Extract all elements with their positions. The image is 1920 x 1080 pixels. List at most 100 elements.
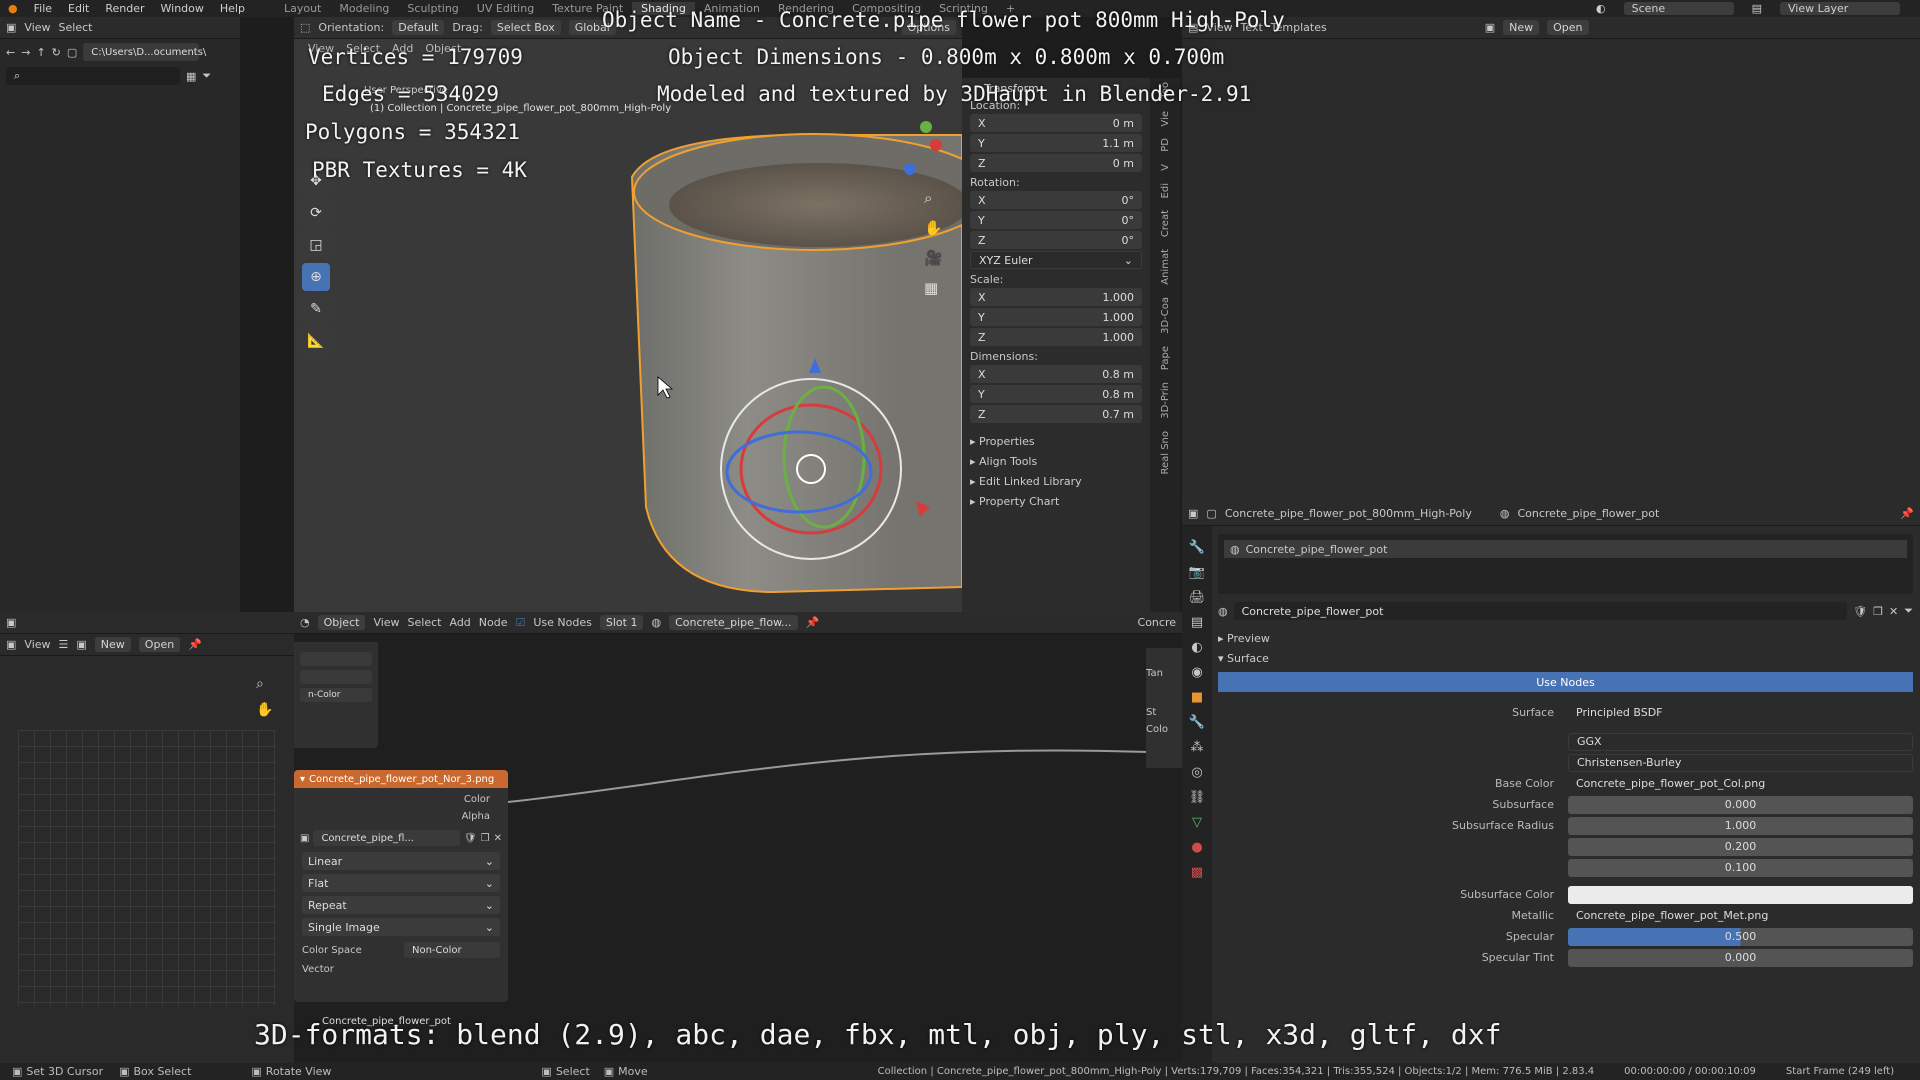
image-new-button[interactable]: New [94,637,131,652]
color-space-dropdown[interactable]: Non-Color [404,942,500,958]
zoom-icon[interactable]: ⌕ [924,189,943,207]
sidebar-tab-pd[interactable]: PD [1160,134,1171,156]
menu-file[interactable]: File [26,2,60,15]
section-properties[interactable]: ▸ Properties [970,431,1142,451]
use-nodes-button[interactable]: Use Nodes [1218,672,1913,692]
rotation-y[interactable]: Y 0° [970,211,1142,229]
menu-help[interactable]: Help [212,2,253,15]
subsurface-color-swatch[interactable] [1568,885,1913,904]
filter-icon[interactable]: ⏷ [1904,604,1913,618]
duplicate-icon[interactable]: ❐ [481,833,490,844]
text-datablock-icon[interactable]: ▣ [1485,21,1495,34]
particles-tab-icon[interactable]: ⁂ [1191,740,1204,755]
subsurface-radius-y[interactable]: 0.200 [1568,837,1913,856]
fake-user-icon[interactable]: 🛡 [1853,605,1867,618]
specular-tint-slider[interactable]: 0.000 [1568,948,1913,967]
tab-modeling[interactable]: Modeling [330,2,398,15]
interpolation-dropdown[interactable]: Linear ⌄ [302,852,500,870]
distribution-dropdown[interactable]: GGX [1568,732,1913,751]
duplicate-icon[interactable]: ❐ [1873,605,1883,618]
sidebar-tab-create[interactable]: Creat [1160,206,1171,241]
scale-y[interactable]: Y 1.000 [970,308,1142,326]
source-dropdown[interactable]: Single Image ⌄ [302,918,500,936]
parent-dir-icon[interactable]: ↑ [36,46,45,59]
specular-slider[interactable]: 0.500 [1568,927,1913,946]
browse-material-icon[interactable]: ◍ [1218,605,1228,618]
image-editor[interactable]: ▣ ▣ View ☰ ▣ New Open 📌 ⌕ ✋ [0,612,294,1063]
unlink-icon[interactable]: ✕ [494,833,502,844]
tab-sculpting[interactable]: Sculpting [398,2,467,15]
text-new-button[interactable]: New [1503,20,1540,35]
base-color-texture-field[interactable]: Concrete_pipe_flower_pot_Col.png [1568,774,1913,793]
scale-z[interactable]: Z 1.000 [970,328,1142,346]
sidebar-tab-3d-coat[interactable]: 3D-Coa [1160,293,1171,338]
scene-icon[interactable]: ◐ [1588,2,1614,15]
menu-window[interactable]: Window [153,2,212,15]
constraint-tab-icon[interactable]: ⛓ [1189,790,1206,805]
pin-icon[interactable]: 📌 [1900,507,1914,520]
view-layer-icon[interactable]: ▤ [1744,2,1770,15]
hamburger-icon[interactable]: ☰ [59,638,69,651]
image-browse-icon[interactable]: ▣ [76,638,86,651]
object-tab-icon[interactable]: ■ [1191,690,1203,705]
editor-type-icon[interactable]: ▣ [6,616,16,629]
subsurface-method-dropdown[interactable]: Christensen-Burley [1568,753,1913,772]
node-editor[interactable]: ◔ Object View Select Add Node ☑ Use Node… [294,612,1182,1063]
subsurface-field[interactable]: 0.000 [1568,795,1913,814]
rotation-z[interactable]: Z 0° [970,231,1142,249]
scene-tab-icon[interactable]: ◐ [1191,640,1202,655]
text-open-button[interactable]: Open [1547,20,1589,35]
menu-render[interactable]: Render [97,2,152,15]
world-tab-icon[interactable]: ◉ [1191,665,1202,680]
sidebar-tab-paper[interactable]: Pape [1160,342,1171,374]
rotation-mode-dropdown[interactable]: XYZ Euler ⌄ [970,251,1142,269]
physics-tab-icon[interactable]: ◎ [1191,765,1202,780]
render-tab-icon[interactable]: 📷 [1189,565,1205,580]
editor-type-icon[interactable]: ▣ [1188,507,1198,520]
scene-selector[interactable]: Scene [1623,2,1734,15]
dimensions-y[interactable]: Y 0.8 m [970,385,1142,403]
pin-icon[interactable]: 📌 [188,638,202,651]
node-image-field[interactable]: Concrete_pipe_fl... [313,830,460,846]
subsurface-radius-x[interactable]: 1.000 [1568,816,1913,835]
section-align-tools[interactable]: ▸ Align Tools [970,451,1142,471]
location-x[interactable]: X0 m [970,114,1142,132]
image-menu-view[interactable]: View [24,638,50,651]
image-open-button[interactable]: Open [138,637,181,652]
object-data-tab-icon[interactable]: ▽ [1192,815,1202,830]
location-y[interactable]: Y 1.1 m [970,134,1142,152]
material-tab-icon[interactable]: ● [1191,840,1202,855]
fb-menu-select[interactable]: Select [59,21,93,34]
zoom-icon[interactable]: ⌕ [256,676,273,692]
sidebar-tab-real-snow[interactable]: Real Sno [1160,427,1171,479]
view-layer-selector[interactable]: View Layer [1780,2,1900,15]
surface-section[interactable]: ▾ Surface [1218,648,1913,668]
menu-edit[interactable]: Edit [60,2,97,15]
blender-logo-icon[interactable]: ● [0,2,26,15]
texture-tab-icon[interactable]: ▩ [1191,865,1203,880]
node-link[interactable] [507,749,1147,803]
dimensions-x[interactable]: X 0.8 m [970,365,1142,383]
display-mode-icon[interactable]: ▦ [186,70,196,83]
surface-shader-field[interactable]: Principled BSDF [1568,703,1913,722]
nav-gizmo-x[interactable] [930,139,942,151]
extension-dropdown[interactable]: Repeat ⌄ [302,896,500,914]
camera-icon[interactable]: 🎥 [924,249,943,267]
material-slot-item[interactable]: ◍ Concrete_pipe_flower_pot [1224,540,1907,558]
sidebar-tab-view[interactable]: Vie [1160,107,1171,131]
unlink-icon[interactable]: ✕ [1889,605,1898,618]
file-search-input[interactable]: ⌕ [6,67,180,85]
ortho-grid-icon[interactable]: ▦ [924,279,943,297]
back-icon[interactable]: ← [6,46,15,59]
nav-gizmo-y[interactable] [920,121,932,133]
editor-type-icon[interactable]: ▣ [6,21,16,34]
filter-icon[interactable]: ⏷ [202,69,211,83]
text-editor[interactable]: ▤ View Text Templates ▣ New Open [1182,17,1920,502]
dimensions-z[interactable]: Z 0.7 m [970,405,1142,423]
section-edit-linked-library[interactable]: ▸ Edit Linked Library [970,471,1142,491]
viewport-3d[interactable]: ⬚ Orientation: Default Drag: Select Box … [294,17,962,612]
forward-icon[interactable]: → [21,46,30,59]
principled-node-partial[interactable]: Tan St Colo [1146,648,1182,768]
path-field[interactable]: C:\Users\D...ocuments\ [83,43,206,61]
tab-layout[interactable]: Layout [275,2,330,15]
